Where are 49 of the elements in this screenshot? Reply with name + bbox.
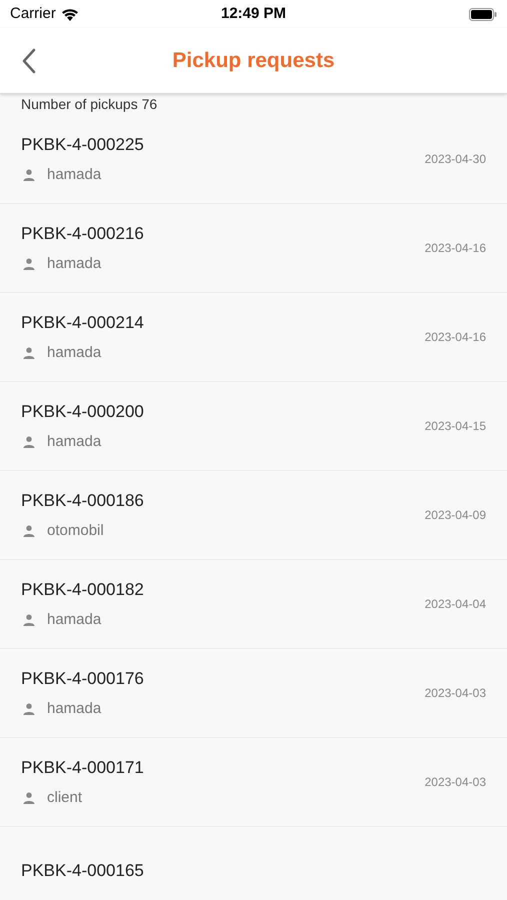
pickup-code: PKBK-4-000216 (21, 222, 144, 244)
wifi-icon (60, 8, 79, 20)
pickup-date: 2023-04-09 (424, 507, 486, 524)
customer-name: otomobil (47, 521, 104, 541)
clock: 12:49 PM (220, 4, 286, 24)
customer-name: hamada (47, 343, 102, 363)
person-icon (23, 525, 35, 538)
pickup-date: 2023-04-15 (424, 418, 486, 435)
customer-name: hamada (47, 699, 102, 719)
customer-name: hamada (47, 432, 102, 452)
person-icon (23, 614, 35, 626)
person-icon (23, 258, 35, 270)
customer-name: client (47, 788, 82, 808)
pickup-date: 2023-04-03 (424, 774, 486, 791)
pickup-code: PKBK-4-000182 (21, 578, 144, 600)
pickup-date: 2023-04-16 (424, 240, 486, 257)
pickup-row[interactable]: PKBK-4-000165 (0, 827, 507, 900)
person-icon (23, 347, 35, 360)
pickup-date: 2023-04-04 (424, 596, 486, 613)
battery-icon (469, 8, 497, 20)
pickup-code: PKBK-4-000176 (21, 668, 144, 690)
pickup-code: PKBK-4-000171 (21, 756, 144, 778)
pickup-date: 2023-04-30 (424, 151, 486, 168)
pickup-count: Number of pickups 76 (21, 95, 158, 114)
person-icon (23, 792, 35, 804)
pickup-code: PKBK-4-000214 (21, 312, 144, 334)
pickup-row[interactable]: PKBK-4-000182 hamada 2023-04-04 (0, 560, 507, 649)
pickup-row[interactable]: PKBK-4-000200 hamada 2023-04-15 (0, 382, 507, 471)
pickup-row[interactable]: PKBK-4-000225 hamada 2023-04-30 (0, 115, 507, 204)
person-icon (23, 436, 35, 448)
pickup-code: PKBK-4-000200 (21, 400, 144, 422)
pickup-row[interactable]: PKBK-4-000171 client 2023-04-03 (0, 738, 507, 827)
customer-name: hamada (47, 165, 102, 185)
pickup-code: PKBK-4-000165 (21, 860, 144, 882)
pickup-row[interactable]: PKBK-4-000216 hamada 2023-04-16 (0, 204, 507, 293)
customer-name: hamada (47, 254, 102, 274)
pickup-row[interactable]: PKBK-4-000176 hamada 2023-04-03 (0, 649, 507, 738)
person-icon (23, 703, 35, 716)
pickup-row[interactable]: PKBK-4-000186 otomobil 2023-04-09 (0, 471, 507, 560)
carrier-label: Carrier (10, 4, 56, 24)
pickup-date: 2023-04-03 (424, 685, 486, 702)
person-icon (23, 169, 35, 182)
page-title: Pickup requests (172, 48, 335, 74)
pickup-date: 2023-04-16 (424, 329, 486, 346)
chevron-left-icon (22, 48, 36, 74)
customer-name: hamada (47, 610, 102, 630)
pickup-row[interactable]: PKBK-4-000214 hamada 2023-04-16 (0, 293, 507, 382)
pickup-code: PKBK-4-000225 (21, 134, 144, 156)
pickup-code: PKBK-4-000186 (21, 490, 144, 512)
